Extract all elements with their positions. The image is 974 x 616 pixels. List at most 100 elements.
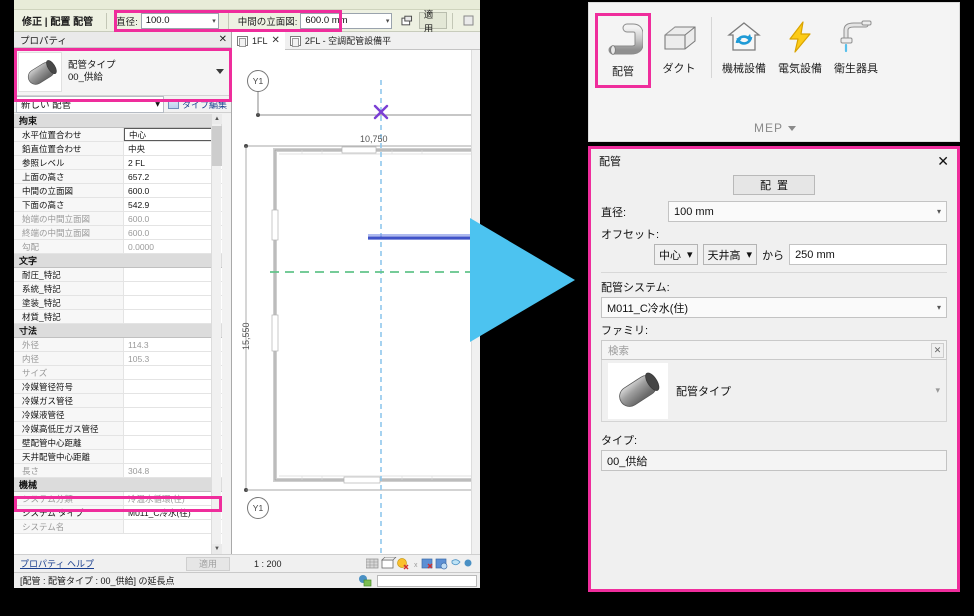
dimension-horizontal[interactable]: 10,750: [360, 134, 388, 144]
parameter-value[interactable]: 114.3: [124, 338, 222, 351]
parameter-value[interactable]: [124, 394, 222, 407]
tab-placement[interactable]: 配置: [733, 175, 815, 195]
view-tab-1fl[interactable]: 1FL ✕: [232, 31, 285, 50]
parameter-row[interactable]: 中間の立面図 600.0: [14, 184, 222, 198]
properties-apply-button[interactable]: 適用: [185, 556, 230, 571]
parameter-row[interactable]: 冷媒管径符号: [14, 380, 222, 394]
offset-value-input[interactable]: 250 mm: [789, 244, 947, 265]
parameter-row[interactable]: 材質_特記: [14, 310, 222, 324]
parameter-row[interactable]: サイズ: [14, 366, 222, 380]
apply-offset-icon-button[interactable]: [396, 12, 418, 29]
parameter-value[interactable]: [124, 296, 222, 309]
chevron-down-icon[interactable]: ▾: [935, 385, 940, 396]
diameter-combo[interactable]: 100.0 ▾: [140, 12, 219, 29]
ribbon-item-mechanical[interactable]: 機械設備: [716, 13, 772, 82]
parameter-value[interactable]: 600.0: [124, 226, 222, 239]
parameter-value[interactable]: 105.3: [124, 352, 222, 365]
parameter-value[interactable]: [124, 380, 222, 393]
scroll-down-icon[interactable]: ▼: [212, 544, 222, 554]
ribbon-item-duct[interactable]: ダクト: [651, 13, 707, 82]
type-selector[interactable]: 配管タイプ 00_供給: [14, 48, 231, 96]
parameter-row[interactable]: システム分類 冷温水循環(往): [14, 492, 222, 506]
family-card[interactable]: 配管タイプ ▾: [601, 360, 947, 422]
parameter-value[interactable]: 657.2: [124, 170, 222, 183]
parameter-value[interactable]: 542.9: [124, 198, 222, 211]
parameter-row[interactable]: 始端の中間立面図 600.0: [14, 212, 222, 226]
parameter-row[interactable]: 上面の高さ 657.2: [14, 170, 222, 184]
edit-type-button[interactable]: タイプ編集: [164, 98, 231, 111]
parameter-value[interactable]: 600.0: [124, 184, 222, 197]
parameter-value[interactable]: [124, 282, 222, 295]
grid-bubble-top[interactable]: Y1: [247, 70, 269, 92]
parameter-value[interactable]: [124, 366, 222, 379]
parameter-value[interactable]: 冷温水循環(往): [124, 492, 222, 505]
new-element-combo[interactable]: 新しい 配管 ▾: [16, 95, 164, 113]
parameter-value[interactable]: [124, 450, 222, 463]
parameter-row[interactable]: 内径 105.3: [14, 352, 222, 366]
diameter-select[interactable]: 100 mm ▾: [668, 201, 947, 222]
properties-help-link[interactable]: プロパティ ヘルプ: [20, 557, 94, 570]
parameter-row[interactable]: システム名: [14, 520, 222, 534]
parameter-value[interactable]: 中心: [124, 128, 222, 141]
offset-justification-select[interactable]: 中心 ▾: [654, 244, 698, 265]
parameter-value[interactable]: [124, 268, 222, 281]
parameter-row[interactable]: 勾配 0.0000: [14, 240, 222, 254]
parameter-row[interactable]: 冷媒ガス管径: [14, 394, 222, 408]
status-search-field[interactable]: [377, 574, 477, 587]
ribbon-item-electrical[interactable]: 電気設備: [772, 13, 828, 82]
close-icon[interactable]: ✕: [219, 34, 227, 45]
parameter-row[interactable]: 耐圧_特記: [14, 268, 222, 282]
view-tab-2fl[interactable]: 2FL - 空調配管設備平: [285, 32, 396, 50]
close-icon[interactable]: ✕: [937, 154, 949, 168]
parameter-row[interactable]: 鉛直位置合わせ 中央: [14, 142, 222, 156]
parameter-value[interactable]: [124, 436, 222, 449]
parameter-row[interactable]: システム タイプ M011_C冷水(往): [14, 506, 222, 520]
view-scale[interactable]: 1 : 200: [236, 559, 282, 569]
offset-base-select[interactable]: 天井高 ▾: [702, 244, 758, 265]
parameter-value[interactable]: 600.0: [124, 212, 222, 225]
parameter-value[interactable]: [124, 408, 222, 421]
new-element-label: 新しい 配管: [21, 100, 72, 111]
parameter-value[interactable]: [124, 310, 222, 323]
parameter-value[interactable]: M011_C冷水(往): [124, 506, 222, 519]
parameter-row[interactable]: 冷媒液管径: [14, 408, 222, 422]
parameter-row[interactable]: 天井配管中心距離: [14, 450, 222, 464]
ribbon-item-plumbing-fixture[interactable]: 衛生器具: [828, 13, 884, 82]
parameter-row[interactable]: 長さ 304.8: [14, 464, 222, 478]
parameter-row[interactable]: 参照レベル 2 FL: [14, 156, 222, 170]
parameter-row[interactable]: 壁配管中心距離: [14, 436, 222, 450]
parameter-grid[interactable]: 拘束⋮水平位置合わせ中心鉛直位置合わせ中央参照レベル2 FL上面の高さ657.2…: [14, 114, 222, 554]
parameter-value[interactable]: 304.8: [124, 464, 222, 477]
properties-scrollbar[interactable]: ▲ ▼: [211, 114, 222, 554]
parameter-row[interactable]: 塗装_特記: [14, 296, 222, 310]
scroll-up-icon[interactable]: ▲: [212, 114, 222, 124]
scrollbar-thumb[interactable]: [212, 126, 222, 166]
parameter-value[interactable]: 中央: [124, 142, 222, 155]
parameter-row[interactable]: 系統_特記: [14, 282, 222, 296]
grid-bubble-bottom[interactable]: Y1: [247, 497, 269, 519]
parameter-row[interactable]: 外径 114.3: [14, 338, 222, 352]
parameter-value[interactable]: [124, 422, 222, 435]
parameter-value[interactable]: [124, 520, 222, 533]
parameter-row[interactable]: 終端の中間立面図 600.0: [14, 226, 222, 240]
extra-tool-button[interactable]: [458, 12, 480, 29]
parameter-value[interactable]: 2 FL: [124, 156, 222, 169]
dimension-vertical[interactable]: 15,550: [241, 322, 251, 350]
elevation-combo[interactable]: 600.0 mm ▾: [300, 12, 393, 29]
family-search-input[interactable]: 検索 ✕: [601, 340, 947, 360]
parameter-row[interactable]: 水平位置合わせ 中心: [14, 128, 222, 142]
clear-search-icon[interactable]: ✕: [931, 342, 944, 358]
parameter-row[interactable]: 下面の高さ 542.9: [14, 198, 222, 212]
view-control-icons[interactable]: x: [366, 557, 476, 570]
type-value[interactable]: 00_供給: [601, 450, 947, 471]
filter-icon[interactable]: [358, 574, 374, 587]
apply-button[interactable]: 適用: [418, 10, 448, 35]
parameter-value[interactable]: 0.0000: [124, 240, 222, 253]
ribbon-item-pipe[interactable]: 配管: [595, 13, 651, 88]
parameter-row[interactable]: 冷媒高低圧ガス管径: [14, 422, 222, 436]
drawing-canvas[interactable]: Y1 Y1 10,750 15,550: [232, 50, 480, 554]
close-icon[interactable]: ✕: [272, 35, 280, 46]
ribbon-panel-footer[interactable]: MEP: [589, 121, 961, 135]
chevron-down-icon[interactable]: [216, 69, 224, 74]
piping-system-select[interactable]: M011_C冷水(住) ▾: [601, 297, 947, 318]
